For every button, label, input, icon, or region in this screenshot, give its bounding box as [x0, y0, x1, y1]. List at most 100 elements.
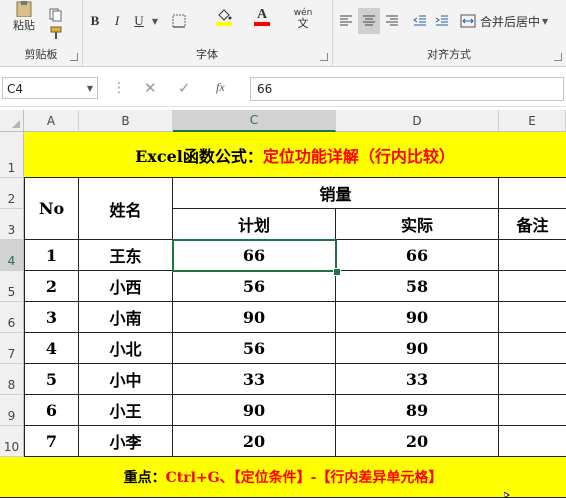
column-header-e[interactable]: E — [499, 110, 566, 132]
header-name[interactable]: 姓名 — [79, 178, 173, 240]
row-header-1[interactable]: 1 — [0, 132, 24, 178]
underline-button[interactable]: U — [130, 10, 148, 32]
font-color-a-icon: A — [256, 7, 268, 22]
name-cell[interactable]: 小李 — [79, 426, 173, 457]
font-group-label: 字体 — [196, 48, 218, 61]
font-color-button[interactable]: A — [250, 6, 274, 28]
align-center-icon — [363, 15, 375, 26]
no-cell[interactable]: 3 — [24, 302, 79, 333]
italic-button[interactable]: I — [108, 10, 126, 32]
note-cell[interactable] — [499, 364, 566, 395]
no-cell[interactable]: 4 — [24, 333, 79, 364]
note-cell[interactable] — [499, 271, 566, 302]
column-header-d[interactable]: D — [336, 110, 499, 132]
name-cell[interactable]: 小王 — [79, 395, 173, 426]
bold-button[interactable]: B — [86, 10, 104, 32]
note-cell[interactable] — [499, 240, 566, 271]
phonetic-button[interactable]: wén 文 — [290, 8, 316, 30]
plan-cell[interactable]: 90 — [173, 302, 336, 333]
name-cell[interactable]: 小西 — [79, 271, 173, 302]
no-cell[interactable]: 6 — [24, 395, 79, 426]
note-cell[interactable] — [499, 426, 566, 457]
name-box-dropdown-icon[interactable]: ▼ — [87, 78, 93, 100]
mouse-cursor-icon — [504, 492, 510, 498]
row-header-8[interactable]: 8 — [0, 364, 24, 395]
row-header-5[interactable]: 5 — [0, 271, 24, 302]
plan-cell[interactable]: 33 — [173, 364, 336, 395]
plan-cell[interactable]: 56 — [173, 271, 336, 302]
merge-center-button[interactable]: 合并后居中 ▼ — [460, 10, 564, 32]
row-header-4[interactable]: 4 — [0, 240, 24, 271]
select-all-corner[interactable] — [0, 110, 24, 132]
header-actual[interactable]: 实际 — [336, 209, 499, 240]
no-cell[interactable]: 1 — [24, 240, 79, 271]
actual-cell[interactable]: 33 — [336, 364, 499, 395]
title-black-text: Excel函数公式： — [135, 146, 263, 166]
fill-color-button[interactable] — [212, 6, 236, 28]
note-cell[interactable] — [499, 333, 566, 364]
plan-cell[interactable]: 66 — [173, 240, 336, 271]
decrease-indent-button[interactable] — [410, 10, 430, 32]
fill-color-swatch — [216, 22, 232, 26]
actual-cell[interactable]: 20 — [336, 426, 499, 457]
header-note-top[interactable] — [499, 178, 566, 209]
row-header-7[interactable]: 7 — [0, 333, 24, 364]
paste-button[interactable]: 粘贴 — [4, 0, 44, 34]
enter-icon[interactable]: ✓ — [178, 79, 191, 97]
insert-function-icon[interactable]: fx — [216, 80, 225, 95]
format-painter-icon[interactable] — [46, 22, 66, 44]
header-no[interactable]: No — [24, 178, 79, 240]
clipboard-group: 粘贴 剪贴板 — [0, 0, 83, 66]
alignment-launcher-icon[interactable] — [554, 53, 562, 61]
font-launcher-icon[interactable] — [320, 53, 328, 61]
actual-cell[interactable]: 89 — [336, 395, 499, 426]
merge-dropdown-icon[interactable]: ▼ — [542, 17, 548, 26]
row-header-10[interactable]: 10 — [0, 426, 24, 457]
header-note[interactable]: 备注 — [499, 209, 566, 240]
footer-red-text: Ctrl+G、【定位条件】-【行内差异单元格】 — [165, 470, 443, 486]
plan-cell[interactable]: 20 — [173, 426, 336, 457]
name-cell[interactable]: 王东 — [79, 240, 173, 271]
formula-input[interactable]: 66 — [250, 77, 564, 101]
note-cell[interactable] — [499, 395, 566, 426]
column-header-a[interactable]: A — [24, 110, 79, 132]
decrease-indent-icon — [413, 15, 426, 26]
actual-cell[interactable]: 66 — [336, 240, 499, 271]
underline-dropdown-icon[interactable]: ▼ — [150, 10, 160, 32]
no-cell[interactable]: 2 — [24, 271, 79, 302]
actual-cell[interactable]: 58 — [336, 271, 499, 302]
fill-bucket-icon — [218, 9, 232, 21]
header-plan[interactable]: 计划 — [173, 209, 336, 240]
no-cell[interactable]: 7 — [24, 426, 79, 457]
font-group: B I U ▼ A wén 文 字体 — [82, 0, 333, 66]
footer-cell[interactable]: 重点： Ctrl+G、【定位条件】-【行内差异单元格】 — [0, 457, 566, 498]
note-cell[interactable] — [499, 302, 566, 333]
clipboard-launcher-icon[interactable] — [70, 53, 78, 61]
column-header-b[interactable]: B — [79, 110, 173, 132]
name-box[interactable]: C4 ▼ — [2, 77, 98, 99]
align-left-button[interactable] — [336, 10, 356, 32]
merge-center-label: 合并后居中 — [480, 14, 541, 29]
row-header-3[interactable]: 3 — [0, 209, 24, 240]
actual-cell[interactable]: 90 — [336, 302, 499, 333]
align-right-button[interactable] — [382, 10, 402, 32]
plan-cell[interactable]: 90 — [173, 395, 336, 426]
borders-button[interactable] — [166, 10, 192, 32]
header-sales[interactable]: 销量 — [173, 178, 499, 209]
cancel-icon[interactable]: ✕ — [144, 79, 157, 97]
name-cell[interactable]: 小南 — [79, 302, 173, 333]
no-cell[interactable]: 5 — [24, 364, 79, 395]
name-cell[interactable]: 小北 — [79, 333, 173, 364]
plan-cell[interactable]: 56 — [173, 333, 336, 364]
row-header-9[interactable]: 9 — [0, 395, 24, 426]
increase-indent-button[interactable] — [432, 10, 452, 32]
fill-handle[interactable] — [333, 268, 341, 276]
row-header-2[interactable]: 2 — [0, 178, 24, 209]
name-cell[interactable]: 小中 — [79, 364, 173, 395]
increase-indent-icon — [435, 15, 448, 26]
row-header-6[interactable]: 6 — [0, 302, 24, 333]
align-center-button[interactable] — [358, 8, 380, 34]
actual-cell[interactable]: 90 — [336, 333, 499, 364]
column-header-c[interactable]: C — [173, 110, 336, 132]
title-cell[interactable]: Excel函数公式： 定位功能详解（行内比较） — [24, 132, 566, 178]
